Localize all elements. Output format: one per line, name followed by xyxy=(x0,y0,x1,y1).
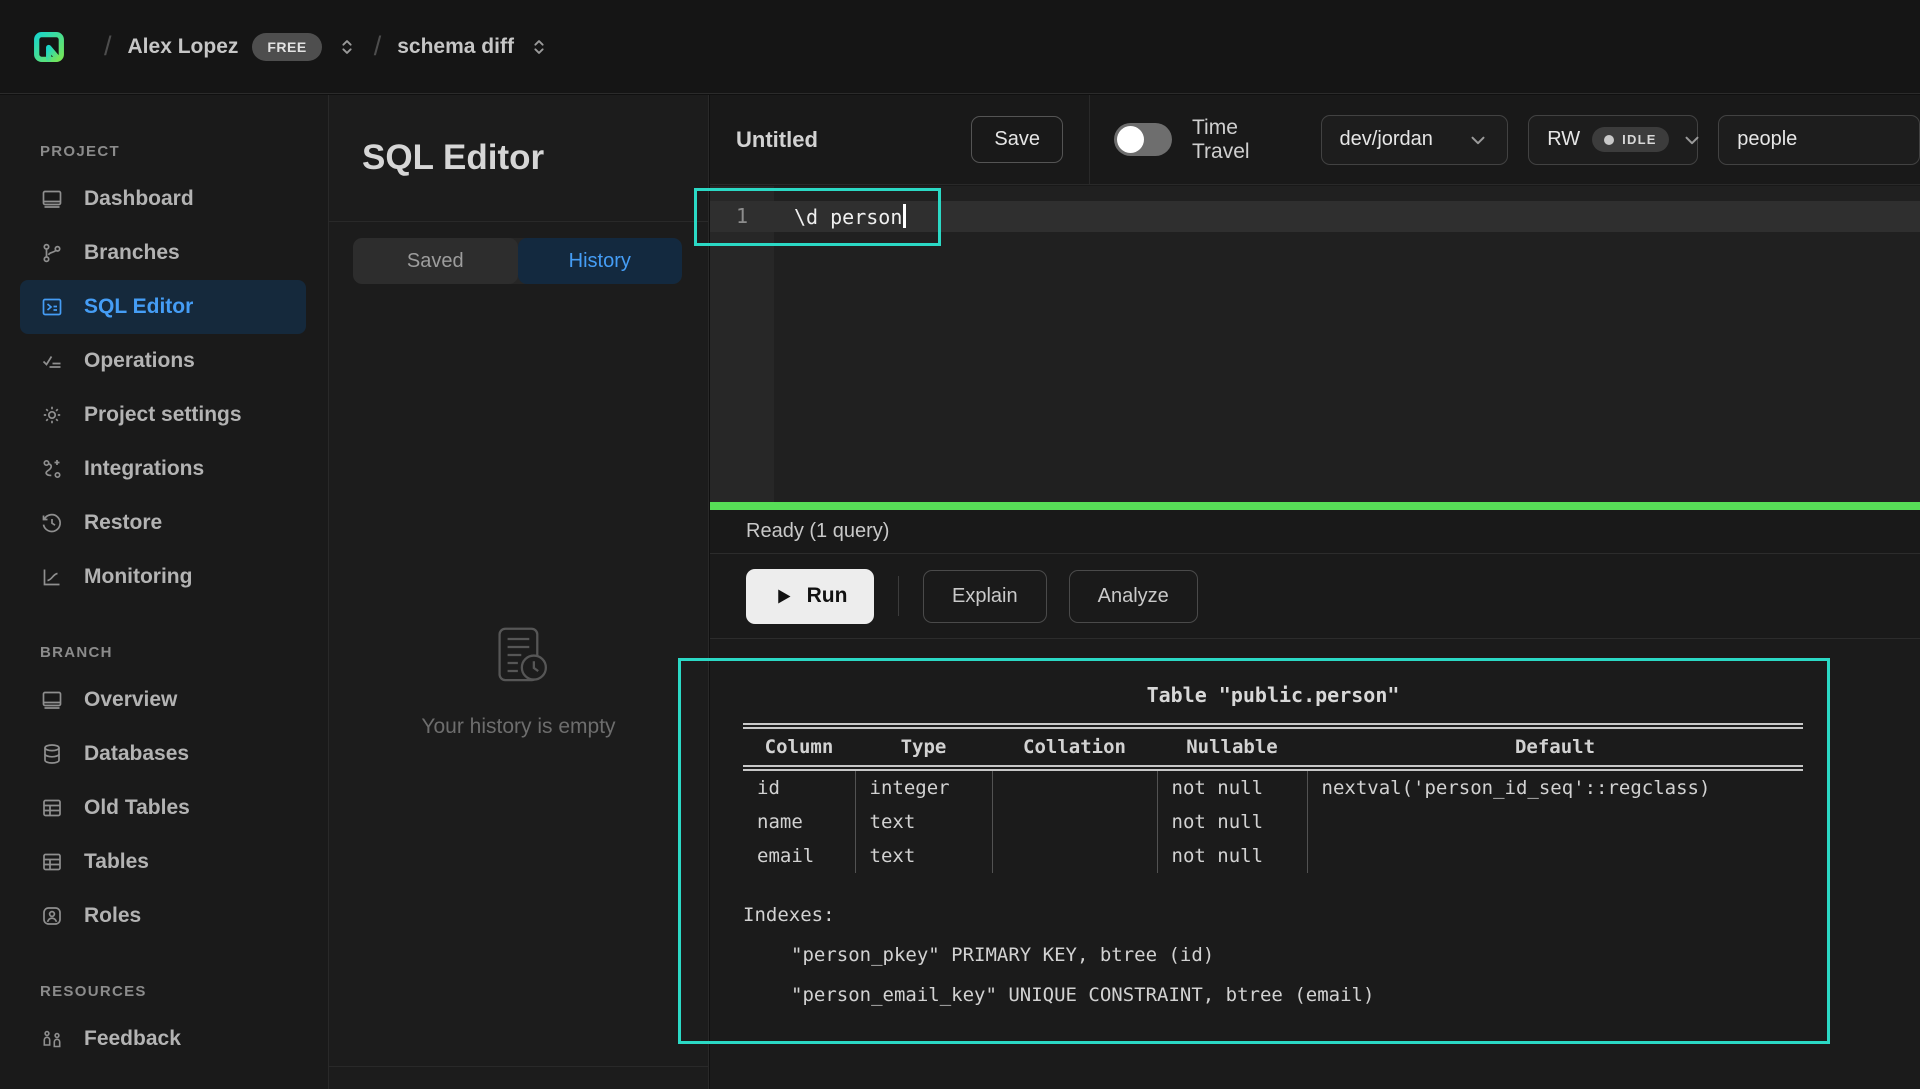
time-travel-label: Time Travel xyxy=(1192,116,1295,164)
code-editor[interactable]: 1 \d person xyxy=(710,186,1920,502)
play-icon xyxy=(773,586,794,607)
tab-saved[interactable]: Saved xyxy=(353,238,518,284)
neon-logo-icon[interactable] xyxy=(26,24,72,70)
column-header: Collation xyxy=(992,726,1157,768)
dashboard-icon xyxy=(40,187,64,211)
line-number: 1 xyxy=(710,204,774,228)
empty-history-message: Your history is empty xyxy=(421,715,615,739)
sidebar-item-sql-editor[interactable]: SQL Editor xyxy=(20,280,306,334)
result-table-title: Table "public.person" xyxy=(743,683,1803,707)
empty-history-document-clock-icon xyxy=(487,623,551,687)
table-row: email text not null xyxy=(743,839,1803,873)
column-header: Type xyxy=(855,726,992,768)
database-icon xyxy=(40,742,64,766)
sidebar: PROJECT Dashboard Branches SQL Editor Op… xyxy=(0,95,328,1089)
sidebar-section-project: PROJECT xyxy=(40,143,328,160)
feedback-people-icon xyxy=(40,1027,64,1051)
run-button[interactable]: Run xyxy=(746,569,874,624)
explain-button[interactable]: Explain xyxy=(923,570,1047,623)
chevron-down-icon xyxy=(1467,129,1489,151)
table-grid-icon xyxy=(40,850,64,874)
top-bar: / Alex Lopez FREE / schema diff xyxy=(0,0,1920,94)
gear-icon xyxy=(40,403,64,427)
sidebar-item-overview[interactable]: Overview xyxy=(20,673,306,727)
status-dot-icon xyxy=(1604,135,1614,145)
sidebar-item-dashboard[interactable]: Dashboard xyxy=(20,172,306,226)
sidebar-item-tables[interactable]: Tables xyxy=(20,835,306,889)
history-empty-state: Your history is empty xyxy=(329,623,708,739)
database-select[interactable]: people xyxy=(1718,115,1920,165)
sidebar-item-roles[interactable]: Roles xyxy=(20,889,306,943)
status-bar: Ready (1 query) xyxy=(710,510,1920,554)
restore-clock-icon xyxy=(40,511,64,535)
integrations-icon xyxy=(40,457,64,481)
table-grid-icon xyxy=(40,796,64,820)
sidebar-item-restore[interactable]: Restore xyxy=(20,496,306,550)
sidebar-item-feedback[interactable]: Feedback xyxy=(20,1012,306,1066)
index-entry: "person_pkey" PRIMARY KEY, btree (id) xyxy=(743,935,1803,975)
query-progress-bar xyxy=(710,502,1920,510)
column-header: Default xyxy=(1307,726,1803,768)
query-toolbar: Run Explain Analyze xyxy=(710,554,1920,639)
history-panel-header: SQL Editor xyxy=(329,95,708,222)
sidebar-section-resources: RESOURCES xyxy=(40,983,328,1000)
breadcrumb-project-name[interactable]: schema diff xyxy=(397,35,514,59)
sidebar-item-databases[interactable]: Databases xyxy=(20,727,306,781)
analyze-button[interactable]: Analyze xyxy=(1069,570,1198,623)
time-travel-toggle[interactable] xyxy=(1114,123,1172,156)
roles-user-icon xyxy=(40,904,64,928)
sql-editor-panel: Untitled Save Time Travel dev/jordan RW … xyxy=(710,95,1920,1089)
indexes-block: Indexes: "person_pkey" PRIMARY KEY, btre… xyxy=(743,895,1803,1015)
indexes-label: Indexes: xyxy=(743,895,1803,935)
saved-history-tab-group: Saved History xyxy=(353,238,682,284)
sidebar-item-monitoring[interactable]: Monitoring xyxy=(20,550,306,604)
page-title: SQL Editor xyxy=(362,138,544,178)
save-button[interactable]: Save xyxy=(971,116,1063,163)
code-line[interactable]: \d person xyxy=(794,204,906,229)
monitoring-chart-icon xyxy=(40,565,64,589)
breadcrumb-separator: / xyxy=(104,31,112,62)
sidebar-item-project-settings[interactable]: Project settings xyxy=(20,388,306,442)
table-row: name text not null xyxy=(743,805,1803,839)
toggle-knob xyxy=(1117,126,1144,153)
org-switcher-chevrons-icon[interactable] xyxy=(336,36,358,58)
git-branch-icon xyxy=(40,241,64,265)
index-entry: "person_email_key" UNIQUE CONSTRAINT, bt… xyxy=(743,975,1803,1015)
toolbar-divider xyxy=(898,576,899,616)
table-row: id integer not null nextval('person_id_s… xyxy=(743,768,1803,805)
history-panel: SQL Editor Saved History Your history is… xyxy=(328,95,709,1089)
plan-badge: FREE xyxy=(252,33,321,61)
editor-gutter xyxy=(710,186,774,502)
breadcrumb-org-name[interactable]: Alex Lopez xyxy=(128,35,239,59)
breadcrumb-separator: / xyxy=(374,31,382,62)
sql-editor-icon xyxy=(40,295,64,319)
result-table: Column Type Collation Nullable Default i… xyxy=(743,723,1803,873)
status-message: Ready (1 query) xyxy=(746,520,889,543)
operations-checklist-icon xyxy=(40,349,64,373)
tab-history[interactable]: History xyxy=(518,238,683,284)
sidebar-item-branches[interactable]: Branches xyxy=(20,226,306,280)
chevron-down-icon xyxy=(1681,129,1703,151)
sidebar-item-integrations[interactable]: Integrations xyxy=(20,442,306,496)
editor-header: Untitled Save Time Travel dev/jordan RW … xyxy=(710,95,1920,185)
compute-endpoint-select[interactable]: RW IDLE xyxy=(1528,115,1698,165)
sidebar-item-operations[interactable]: Operations xyxy=(20,334,306,388)
query-title: Untitled xyxy=(736,127,818,153)
history-panel-footer-divider xyxy=(329,1066,708,1089)
branch-select[interactable]: dev/jordan xyxy=(1321,115,1509,165)
project-switcher-chevrons-icon[interactable] xyxy=(528,36,550,58)
column-header: Nullable xyxy=(1157,726,1307,768)
column-header: Column xyxy=(743,726,855,768)
sidebar-section-branch: BRANCH xyxy=(40,644,328,661)
sidebar-item-old-tables[interactable]: Old Tables xyxy=(20,781,306,835)
overview-icon xyxy=(40,688,64,712)
endpoint-status-badge: IDLE xyxy=(1592,127,1668,152)
text-cursor xyxy=(903,204,906,228)
results-panel: Table "public.person" Column Type Collat… xyxy=(710,639,1920,1089)
